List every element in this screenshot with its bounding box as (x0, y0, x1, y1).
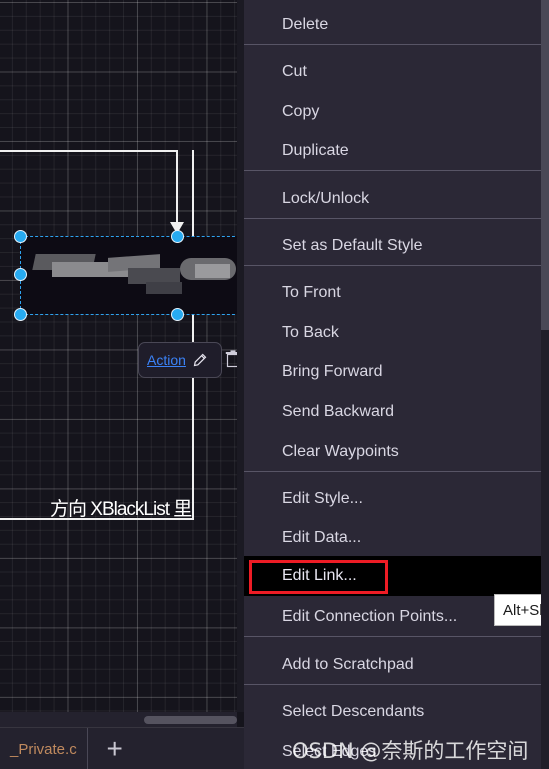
resize-handle-middle-left[interactable] (14, 268, 27, 281)
resize-handle-top-left[interactable] (14, 230, 27, 243)
action-link[interactable]: Action (147, 352, 186, 368)
menu-item-label: Bring Forward (282, 363, 383, 380)
menu-item-edit-data[interactable]: Edit Data... (244, 518, 541, 558)
menu-item-label: Edit Connection Points... (282, 608, 458, 625)
menu-item-label: Cut (282, 63, 307, 80)
shape-outline-right (192, 150, 194, 520)
menu-item-lock-unlock[interactable]: Lock/Unlock (244, 179, 541, 219)
menu-item-add-to-scratchpad[interactable]: Add to Scratchpad (244, 645, 541, 685)
resize-handle-bottom-center[interactable] (171, 308, 184, 321)
menu-item-label: Copy (282, 103, 320, 120)
connector-vertical[interactable] (176, 150, 178, 230)
menu-item-edit-link[interactable]: Edit Link... (244, 556, 541, 596)
menu-item-label: Clear Waypoints (282, 443, 399, 460)
menu-item-clear-waypoints[interactable]: Clear Waypoints (244, 432, 541, 472)
menu-item-label: Edit Data... (282, 529, 362, 546)
menu-scrollbar-thumb[interactable] (541, 0, 549, 330)
selection-border-top (20, 236, 240, 237)
menu-item-label: Add to Scratchpad (282, 656, 414, 673)
sheet-tab-bar: _Private.c + (0, 727, 244, 769)
app-root: 方向 XBlackList 里 Action _Private.c + Dele… (0, 0, 549, 769)
menu-item-delete[interactable]: Delete (244, 5, 541, 45)
menu-item-label: Edit Style... (282, 490, 363, 507)
menu-item-label: Set as Default Style (282, 237, 423, 254)
menu-item-label: To Front (282, 284, 341, 301)
menu-item-select-descendants[interactable]: Select Descendants (244, 692, 541, 732)
menu-item-send-backward[interactable]: Send Backward (244, 392, 541, 432)
menu-item-label: Lock/Unlock (282, 190, 370, 207)
watermark: OSDN @奈斯的工作空间 (292, 739, 529, 763)
redaction-mark (146, 282, 182, 294)
context-menu: Delete Cut Copy Duplicate Lock/Unlock Set as … (244, 0, 541, 769)
menu-item-label: Select Descendants (282, 703, 425, 720)
connector-horizontal[interactable] (0, 150, 178, 152)
menu-item-bring-forward[interactable]: Bring Forward (244, 352, 541, 392)
selection-border-bottom (20, 314, 240, 315)
menu-item-label: Delete (282, 16, 329, 33)
menu-item-label: Duplicate (282, 142, 349, 159)
resize-handle-bottom-left[interactable] (14, 308, 27, 321)
menu-item-cut[interactable]: Cut (244, 52, 541, 92)
pencil-icon[interactable] (192, 353, 207, 368)
menu-item-to-front[interactable]: To Front (244, 273, 541, 313)
menu-item-to-back[interactable]: To Back (244, 313, 541, 353)
diagram-canvas[interactable]: 方向 XBlackList 里 Action (0, 0, 244, 712)
add-sheet-button[interactable]: + (88, 728, 142, 769)
menu-item-duplicate[interactable]: Duplicate (244, 131, 541, 171)
menu-item-copy[interactable]: Copy (244, 92, 541, 132)
menu-item-set-as-default-style[interactable]: Set as Default Style (244, 226, 541, 266)
action-link-popup[interactable]: Action (138, 342, 222, 378)
canvas-horizontal-scrollbar-thumb[interactable] (144, 716, 237, 724)
shape-label: 方向 XBlackList 里 (50, 499, 192, 520)
menu-item-label: Edit Link... (282, 567, 357, 584)
menu-item-label: To Back (282, 324, 339, 341)
menu-item-edit-style[interactable]: Edit Style... (244, 479, 541, 519)
sheet-tab[interactable]: _Private.c (0, 728, 88, 769)
redaction-mark (195, 264, 230, 278)
canvas-vertical-scrollbar[interactable] (237, 0, 244, 712)
resize-handle-top-center[interactable] (171, 230, 184, 243)
menu-item-label: Send Backward (282, 403, 395, 420)
